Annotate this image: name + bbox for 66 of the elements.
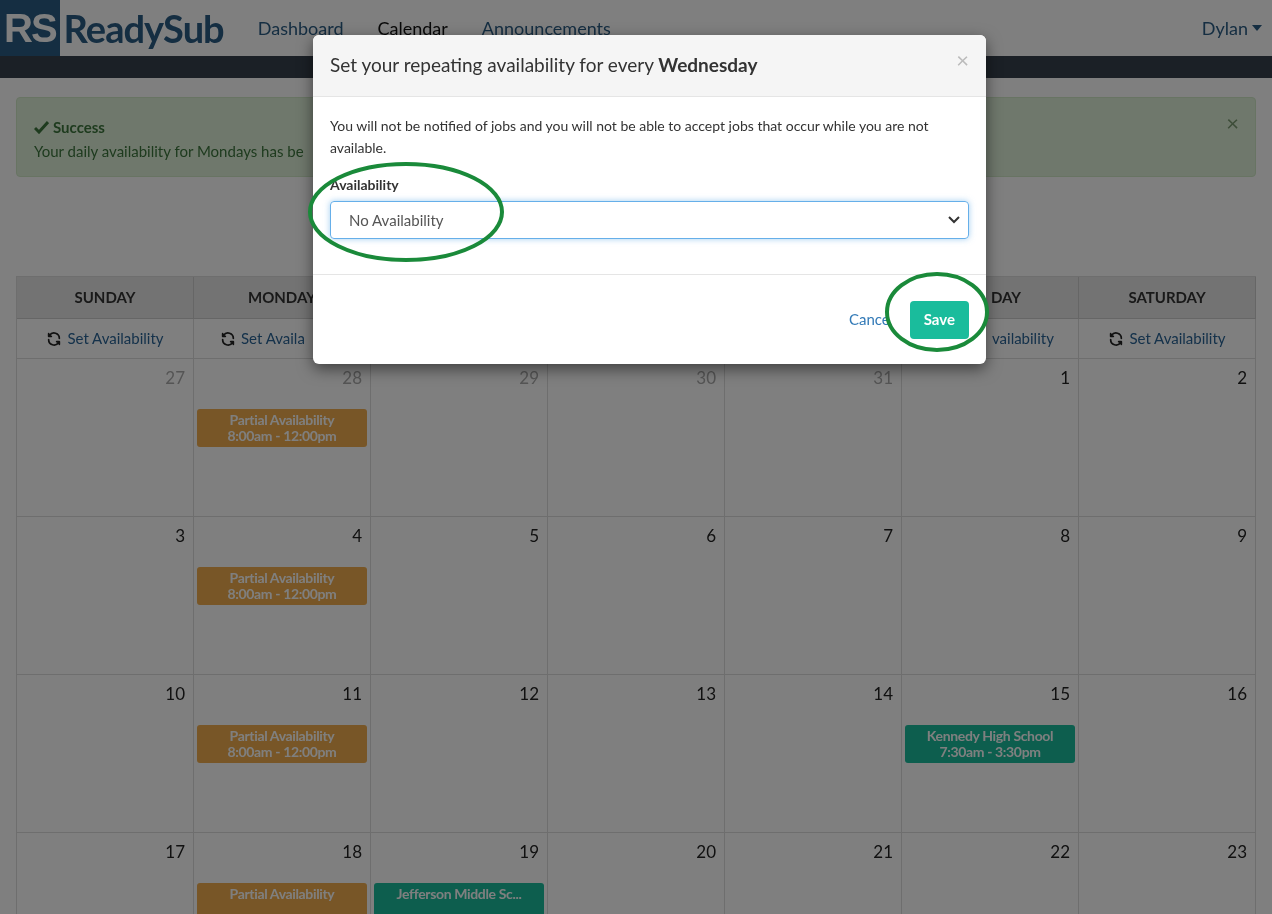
event-title: Partial Availability — [229, 570, 335, 586]
day-number: 17 — [165, 841, 185, 863]
event-time: 8:00am - 12:00pm — [227, 586, 337, 602]
calendar-event[interactable]: Jefferson Middle Sc... — [374, 883, 544, 914]
day-number: 21 — [873, 841, 893, 863]
calendar-event[interactable]: Partial Availability 8:00am - 12:00pm — [197, 725, 367, 763]
set-availability-link[interactable]: vailability — [992, 327, 1054, 350]
day-number: 8 — [1060, 525, 1070, 547]
day-number: 12 — [519, 683, 539, 705]
day-number: 16 — [1227, 683, 1247, 705]
field-label: Availability — [330, 175, 400, 195]
caret-icon — [1252, 25, 1262, 31]
refresh-icon — [1108, 330, 1125, 347]
set-availability-link[interactable]: Set Availa — [241, 327, 305, 350]
day-header-label: SUNDAY — [74, 287, 136, 309]
close-button[interactable]: × — [956, 49, 969, 71]
day-number: 19 — [519, 841, 539, 863]
day-number: 2 — [1237, 367, 1247, 389]
event-title: Partial Availability — [229, 412, 335, 428]
event-title: Partial Availability — [229, 728, 335, 744]
day-number: 15 — [1050, 683, 1070, 705]
day-number: 14 — [873, 683, 893, 705]
logo-mark: RS — [0, 0, 60, 56]
day-number: 3 — [175, 525, 185, 547]
day-number: 4 — [352, 525, 362, 547]
day-number: 11 — [342, 683, 362, 705]
day-number: 13 — [696, 683, 716, 705]
event-title: Partial Availability — [229, 886, 335, 902]
logo-text: ReadySub — [63, 9, 224, 47]
close-button[interactable]: × — [1226, 112, 1239, 134]
day-number: 18 — [342, 841, 362, 863]
calendar-event[interactable]: Partial Availability 8:00am - 12:00pm — [197, 567, 367, 605]
save-button[interactable]: Save — [909, 300, 969, 339]
day-header-label: SATURDAY — [1128, 287, 1206, 309]
refresh-icon — [220, 330, 236, 347]
calendar-event[interactable]: Kennedy High School 7:30am - 3:30pm — [905, 725, 1075, 763]
event-title: Kennedy High School — [926, 728, 1054, 744]
day-number: 5 — [529, 525, 539, 547]
modal-message: You will not be notified of jobs and you will not be able to accept jobs that occur while you are not available. — [330, 116, 930, 158]
event-title: Jefferson Middle Sc... — [396, 886, 522, 902]
user-menu[interactable]: Dylan — [1201, 14, 1262, 42]
set-availability-link[interactable]: Set Availability — [1129, 327, 1226, 350]
day-number: 22 — [1050, 841, 1070, 863]
event-time: 7:30am - 3:30pm — [939, 744, 1041, 760]
day-number: 23 — [1227, 841, 1247, 863]
calendar-event[interactable]: Partial Availability 8:00am - 12:00pm — [197, 409, 367, 447]
event-time: 8:00am - 12:00pm — [227, 744, 337, 760]
check-icon — [34, 120, 49, 134]
availability-select[interactable]: No Availability — [330, 201, 969, 239]
set-availability-link[interactable]: Set Availability — [67, 327, 164, 350]
nav-link[interactable]: Dashboard — [257, 14, 344, 42]
day-number: 6 — [706, 525, 716, 547]
day-number: 1 — [1060, 367, 1070, 389]
alert-message: Your daily availability for Mondays has be — [34, 141, 304, 160]
day-number: 20 — [696, 841, 716, 863]
calendar-event[interactable]: Partial Availability — [197, 883, 367, 914]
day-header-label: DAY — [991, 287, 1022, 309]
day-number: 7 — [883, 525, 893, 547]
event-time: 8:00am - 12:00pm — [227, 428, 337, 444]
refresh-icon — [46, 330, 63, 347]
modal-title: Set your repeating availability for every Wednesday — [330, 52, 758, 79]
alert-title: Success — [53, 117, 105, 138]
day-number: 10 — [165, 683, 185, 705]
day-number: 9 — [1237, 525, 1247, 547]
day-header-label: MONDAY — [248, 287, 316, 309]
chevron-down-icon — [948, 216, 960, 224]
